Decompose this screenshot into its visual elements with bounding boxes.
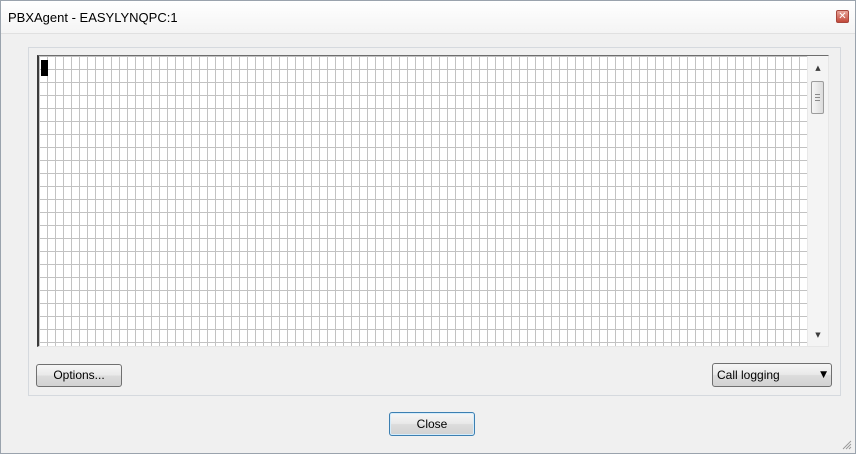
text-cursor xyxy=(41,60,48,76)
terminal-grid xyxy=(39,56,807,346)
scroll-thumb[interactable] xyxy=(811,81,824,114)
close-button[interactable]: Close xyxy=(389,412,475,436)
mode-select-value: Call logging xyxy=(717,368,780,382)
scroll-down-arrow-icon[interactable]: ▼ xyxy=(808,327,828,344)
vertical-scrollbar[interactable]: ▲ ▼ xyxy=(807,56,828,346)
thumb-grip-line xyxy=(815,94,820,95)
scroll-up-arrow-icon[interactable]: ▲ xyxy=(808,60,828,77)
pbxagent-window: PBXAgent - EASYLYNQPC:1 ✕ ▲ ▼ Options...… xyxy=(0,0,856,454)
options-button[interactable]: Options... xyxy=(36,364,122,387)
resize-grip-icon[interactable] xyxy=(842,440,852,450)
window-title: PBXAgent - EASYLYNQPC:1 xyxy=(8,10,178,25)
chevron-down-icon: ▼ xyxy=(820,370,827,380)
title-bar[interactable]: PBXAgent - EASYLYNQPC:1 ✕ xyxy=(1,1,855,34)
close-icon[interactable]: ✕ xyxy=(836,10,849,23)
terminal-console[interactable]: ▲ ▼ xyxy=(37,55,829,347)
thumb-grip-line xyxy=(815,97,820,98)
thumb-grip-line xyxy=(815,100,820,101)
mode-select[interactable]: Call logging ▼ xyxy=(712,363,832,387)
